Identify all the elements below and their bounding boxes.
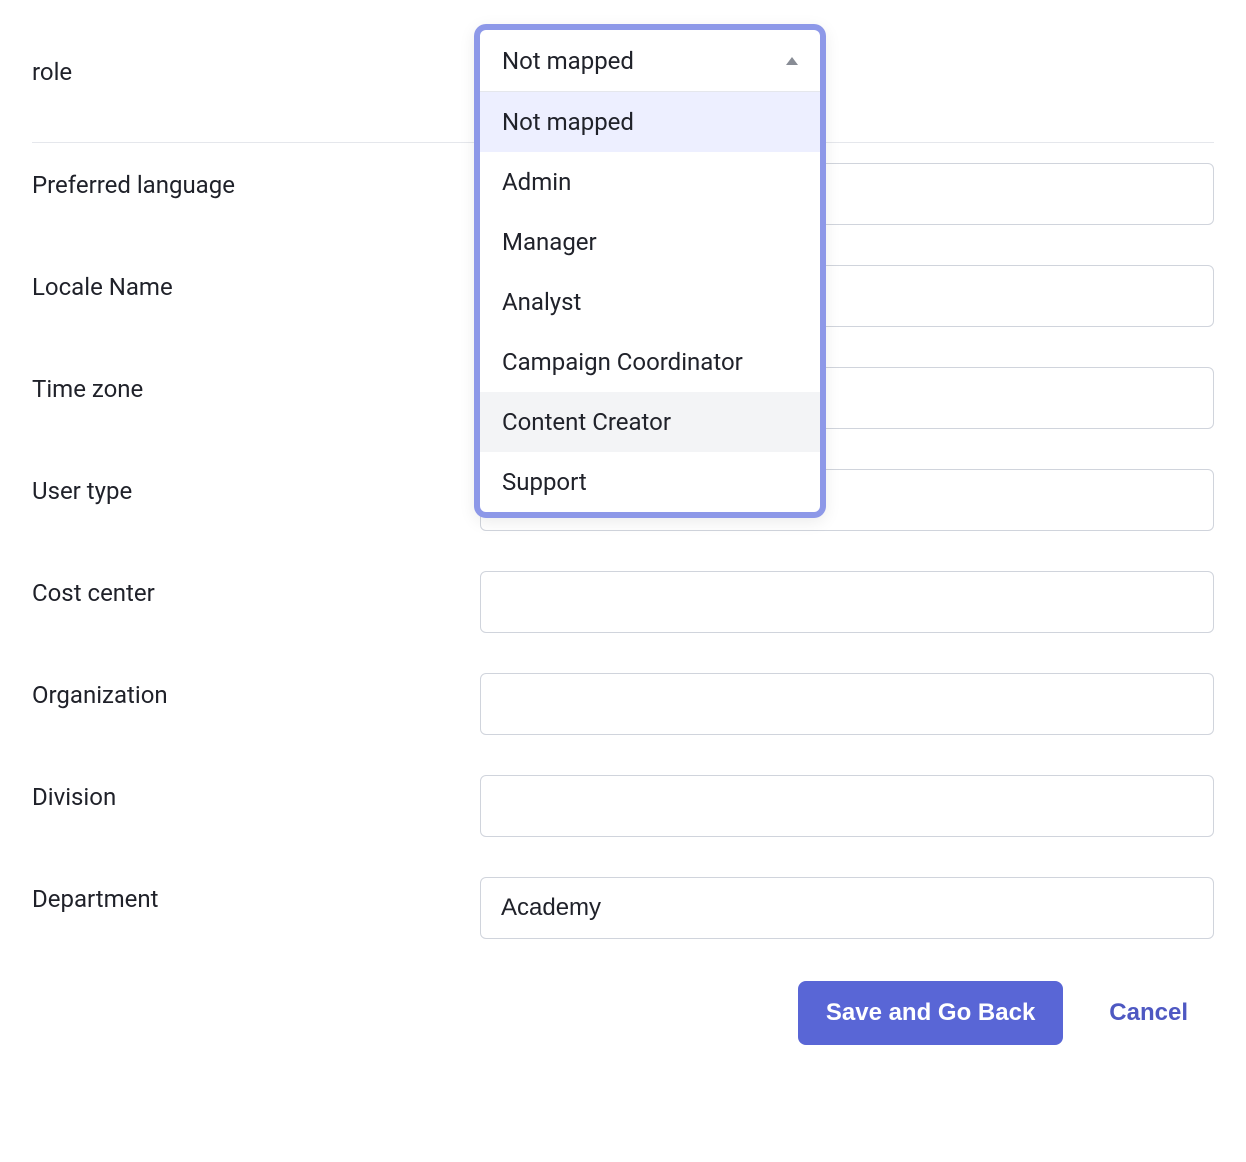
label-locale-name: Locale Name [32, 265, 480, 301]
division-input[interactable] [480, 775, 1214, 837]
role-dropdown-header[interactable]: Not mapped [480, 30, 820, 92]
save-button[interactable]: Save and Go Back [798, 981, 1063, 1045]
role-option-3[interactable]: Analyst [480, 272, 820, 332]
label-preferred-language: Preferred language [32, 163, 480, 199]
label-time-zone: Time zone [32, 367, 480, 403]
cancel-button[interactable]: Cancel [1103, 998, 1194, 1028]
role-dropdown: Not mapped Not mappedAdminManagerAnalyst… [474, 24, 826, 518]
label-cost-center: Cost center [32, 571, 480, 607]
role-option-2[interactable]: Manager [480, 212, 820, 272]
role-option-1[interactable]: Admin [480, 152, 820, 212]
role-option-4[interactable]: Campaign Coordinator [480, 332, 820, 392]
field-row-organization: Organization [32, 653, 1214, 755]
chevron-up-icon [786, 57, 798, 65]
field-row-cost-center: Cost center [32, 551, 1214, 653]
label-organization: Organization [32, 673, 480, 709]
label-user-type: User type [32, 469, 480, 505]
role-option-0[interactable]: Not mapped [480, 92, 820, 152]
label-division: Division [32, 775, 480, 811]
field-row-department: Department [32, 857, 1214, 959]
role-option-5[interactable]: Content Creator [480, 392, 820, 452]
organization-input[interactable] [480, 673, 1214, 735]
form-footer: Save and Go Back Cancel [32, 959, 1214, 1045]
label-role: role [32, 50, 480, 86]
department-input[interactable] [480, 877, 1214, 939]
cost-center-input[interactable] [480, 571, 1214, 633]
label-department: Department [32, 877, 480, 913]
role-option-6[interactable]: Support [480, 452, 820, 512]
role-dropdown-header-label: Not mapped [502, 47, 634, 75]
field-row-division: Division [32, 755, 1214, 857]
